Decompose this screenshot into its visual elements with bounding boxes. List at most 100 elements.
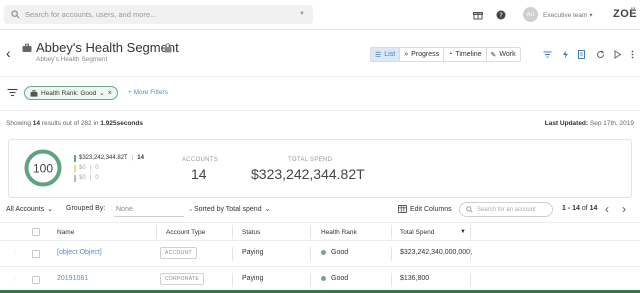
gift-icon[interactable] xyxy=(473,10,483,20)
health-amount: $0 xyxy=(79,175,86,181)
health-dot xyxy=(321,275,326,281)
briefcase-icon xyxy=(22,43,32,52)
document-icon[interactable] xyxy=(577,50,586,59)
search-icon xyxy=(466,206,473,213)
drag-handle-icon[interactable]: ⋮ xyxy=(12,249,18,256)
chevron-down-icon[interactable]: ⌄ xyxy=(99,89,104,97)
refresh-icon[interactable] xyxy=(596,50,605,59)
health-row-poor: $0 | 0 xyxy=(74,173,144,183)
help-icon[interactable]: ? xyxy=(496,10,506,20)
last-updated-value: Sep 17th, 2019 xyxy=(589,120,634,127)
col-name[interactable]: Name xyxy=(57,229,74,236)
tab-timeline[interactable]: ◔ Timeline xyxy=(444,48,487,61)
sort-dropdown[interactable]: Sorted by Total spend ⌄ xyxy=(194,205,270,214)
column-divider xyxy=(310,225,311,239)
team-selector[interactable]: Executive team ▾ xyxy=(543,11,593,19)
column-divider xyxy=(391,273,392,287)
page-title: Abbey's Health Segment xyxy=(36,40,179,55)
grouped-by-select[interactable]: None ⌄ xyxy=(116,205,194,214)
page-subtitle: Abbey's Health Segment xyxy=(36,56,108,63)
status-cell: Paying xyxy=(242,275,264,282)
account-name-link[interactable]: [object Object] xyxy=(57,249,102,256)
filter-lines-icon[interactable] xyxy=(543,50,552,59)
account-type-badge: ACCOUNT xyxy=(160,247,197,259)
all-accounts-dropdown[interactable]: All Accounts ⌄ xyxy=(6,205,54,214)
col-account-type[interactable]: Account Type xyxy=(166,229,205,236)
chevron-down-icon: ⌄ xyxy=(47,206,54,213)
column-divider xyxy=(232,247,233,261)
health-count: 0 xyxy=(95,175,99,181)
global-search-input[interactable]: Search for accounts, users, and more... … xyxy=(4,5,313,24)
health-cell: Good xyxy=(321,249,348,256)
more-filters-link[interactable]: + More Filters xyxy=(128,89,168,96)
lock-icon xyxy=(164,43,172,53)
account-type-badge: CORPORATE xyxy=(160,273,204,285)
health-row-good: $323,242,344.82T | 14 xyxy=(74,153,144,163)
fair-bar xyxy=(74,164,76,172)
tab-progress[interactable]: » Progress xyxy=(400,48,445,61)
health-amount: $0 xyxy=(79,165,86,171)
account-name-link[interactable]: 20191081 xyxy=(57,275,88,282)
play-icon[interactable] xyxy=(613,50,622,59)
edit-columns-button[interactable]: Edit Columns xyxy=(398,205,452,213)
close-icon[interactable]: × xyxy=(108,90,112,97)
columns-icon xyxy=(398,205,407,213)
prev-page-icon[interactable]: ‹ xyxy=(605,202,609,216)
health-rank-filter-chip[interactable]: Health Rank: Good ⌄ × xyxy=(24,86,118,100)
select-all-checkbox[interactable] xyxy=(32,228,40,236)
health-row-fair: $0 | 0 xyxy=(74,163,144,173)
chevron-down-icon[interactable]: ▼ xyxy=(299,11,305,17)
table-row[interactable]: ⋮ [object Object] ACCOUNT Paying Good $3… xyxy=(0,241,640,267)
account-search-placeholder: Search for an account xyxy=(477,206,536,213)
row-checkbox[interactable] xyxy=(32,276,40,284)
select-underline xyxy=(114,216,184,217)
last-updated-label: Last Updated: xyxy=(544,120,589,127)
sort-desc-icon[interactable]: ▼ xyxy=(460,229,466,235)
health-score-ring: 100 xyxy=(24,149,62,187)
tab-list[interactable]: ☰ List xyxy=(371,48,401,61)
tab-label: List xyxy=(384,51,396,58)
health-value: Good xyxy=(331,275,349,282)
column-divider xyxy=(470,247,471,261)
tab-label: Work xyxy=(499,51,516,58)
tab-label: Progress xyxy=(411,51,440,58)
divider xyxy=(0,76,640,77)
health-dot xyxy=(321,249,326,255)
tab-work[interactable]: ✎ Work xyxy=(487,48,520,61)
column-divider xyxy=(470,273,471,287)
avatar[interactable]: AH xyxy=(523,7,538,22)
drag-handle-icon[interactable]: ⋮ xyxy=(12,275,18,282)
health-breakdown: $323,242,344.82T | 14 $0 | 0 $0 | 0 xyxy=(74,153,144,183)
summary-prefix: Showing xyxy=(6,120,31,127)
pagination-info: 1 - 14 of 14 xyxy=(562,205,597,212)
column-divider xyxy=(232,225,233,239)
filter-chip-label: Health Rank: Good xyxy=(41,89,97,97)
col-total-spend[interactable]: Total Spend xyxy=(400,229,434,236)
account-search-input[interactable]: Search for an account xyxy=(459,202,553,217)
total-spend-cell: $136,800 xyxy=(400,275,430,282)
chevron-down-icon: ⌄ xyxy=(187,206,194,213)
lightning-icon[interactable] xyxy=(561,50,570,59)
list-icon: ☰ xyxy=(375,51,382,59)
pager-total: 14 xyxy=(589,205,598,212)
more-vertical-icon[interactable] xyxy=(628,50,637,59)
filter-icon[interactable] xyxy=(7,88,18,97)
view-switcher: ☰ List » Progress ◔ Timeline ✎ Work xyxy=(370,47,521,62)
column-divider xyxy=(310,273,311,287)
row-checkbox[interactable] xyxy=(32,250,40,258)
all-accounts-label: All Accounts xyxy=(6,205,45,213)
col-health-rank[interactable]: Health Rank xyxy=(321,229,357,236)
result-count: 14 xyxy=(32,120,40,127)
last-updated: Last Updated: Sep 17th, 2019 xyxy=(545,120,634,127)
poor-bar xyxy=(74,174,76,182)
total-spend-cell: $323,242,340,000,000, xyxy=(400,249,473,256)
next-page-icon[interactable]: › xyxy=(622,202,626,216)
sort-label: Sorted by Total spend xyxy=(194,205,262,213)
health-count: 14 xyxy=(137,155,144,161)
column-divider xyxy=(156,225,157,239)
edit-columns-label: Edit Columns xyxy=(410,205,452,213)
back-arrow-icon[interactable]: ‹ xyxy=(6,45,11,61)
timeline-icon: ◔ xyxy=(448,51,453,58)
col-status[interactable]: Status xyxy=(242,229,260,236)
health-value: Good xyxy=(331,249,349,256)
